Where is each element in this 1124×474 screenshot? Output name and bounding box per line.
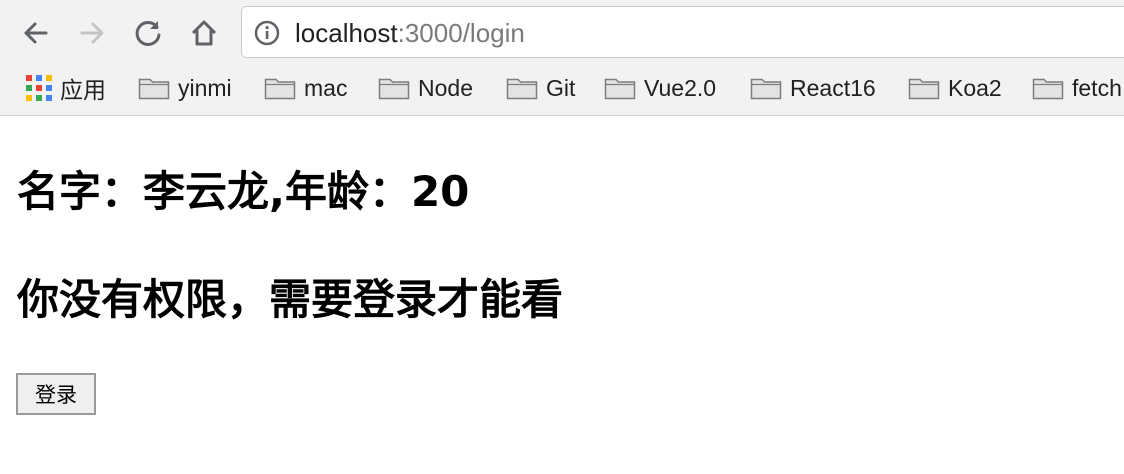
- folder-icon: [604, 78, 636, 100]
- bookmark-yinmi[interactable]: yinmi: [138, 70, 232, 106]
- bookmark-koa[interactable]: Koa2: [908, 70, 1002, 106]
- url-path: :3000/login: [397, 18, 525, 48]
- arrow-left-icon: [24, 22, 48, 44]
- folder-icon: [264, 78, 296, 100]
- profile-heading: 名字：李云龙,年龄：20: [17, 167, 470, 216]
- home-icon: [191, 20, 217, 46]
- bookmark-label: Git: [546, 74, 576, 101]
- folder-icon: [750, 78, 782, 100]
- back-button[interactable]: [16, 13, 56, 53]
- browser-toolbar: localhost:3000/login 应用 yinmi mac Node G: [0, 0, 1124, 116]
- bookmark-label: fetch: [1072, 74, 1122, 101]
- info-icon[interactable]: [254, 20, 280, 46]
- bookmark-react[interactable]: React16: [750, 70, 876, 106]
- bookmark-fetch[interactable]: fetch: [1032, 70, 1122, 106]
- bookmark-node[interactable]: Node: [378, 70, 473, 106]
- home-button[interactable]: [184, 13, 224, 53]
- bookmark-label: Koa2: [948, 74, 1002, 101]
- address-bar[interactable]: localhost:3000/login: [241, 6, 1124, 58]
- bookmark-label: yinmi: [178, 74, 232, 101]
- bookmark-mac[interactable]: mac: [264, 70, 347, 106]
- bookmark-git[interactable]: Git: [506, 70, 575, 106]
- login-button[interactable]: 登录: [16, 373, 96, 415]
- bookmark-label: 应用: [60, 77, 106, 103]
- folder-icon: [1032, 78, 1064, 100]
- folder-icon: [138, 78, 170, 100]
- bookmark-label: React16: [790, 74, 876, 101]
- bookmark-label: Node: [418, 74, 473, 101]
- bookmarks-bar: 应用 yinmi mac Node Git Vue2.0 React16 Koa…: [0, 70, 1124, 106]
- bookmark-vue[interactable]: Vue2.0: [604, 70, 716, 106]
- folder-icon: [506, 78, 538, 100]
- url-host: localhost: [295, 18, 398, 48]
- arrow-right-icon: [80, 22, 104, 44]
- bookmark-label: mac: [304, 74, 348, 101]
- apps-grid-icon: [26, 75, 52, 101]
- folder-icon: [908, 78, 940, 100]
- bookmark-apps[interactable]: 应用: [26, 70, 106, 106]
- bookmark-label: Vue2.0: [644, 74, 717, 101]
- reload-icon: [135, 20, 161, 46]
- url-text: localhost:3000/login: [295, 18, 525, 48]
- folder-icon: [378, 78, 410, 100]
- forward-button[interactable]: [72, 13, 112, 53]
- reload-button[interactable]: [128, 13, 168, 53]
- permission-message: 你没有权限，需要登录才能看: [17, 275, 564, 324]
